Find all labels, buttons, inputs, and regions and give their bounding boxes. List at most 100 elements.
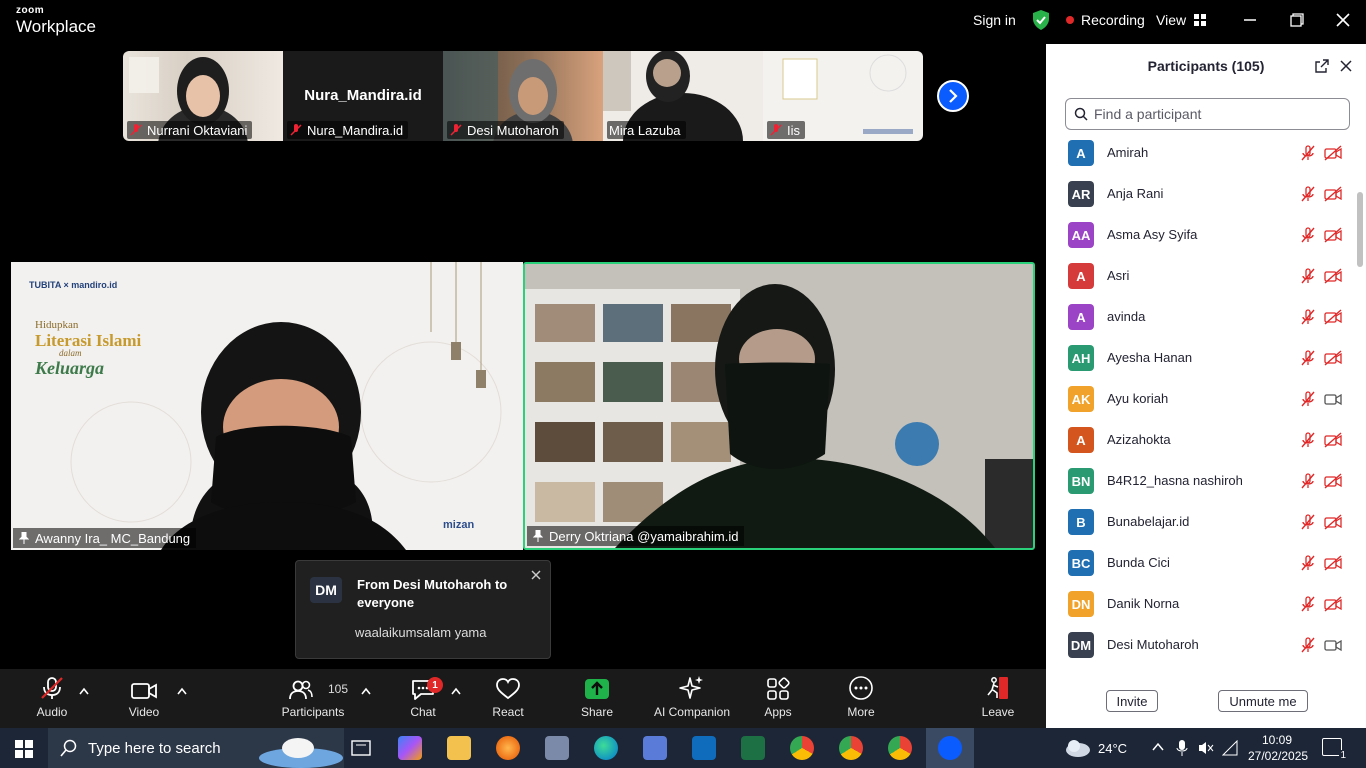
camera-off-icon[interactable] <box>1324 309 1342 325</box>
close-icon[interactable] <box>530 569 542 581</box>
excel-icon[interactable] <box>741 736 765 760</box>
participant-row[interactable]: BN B4R12_hasna nashiroh <box>1046 464 1352 505</box>
weather-icon[interactable] <box>1064 736 1092 760</box>
chrome-icon[interactable] <box>790 736 814 760</box>
outlook-icon[interactable] <box>692 736 716 760</box>
mic-off-icon[interactable] <box>1300 227 1316 243</box>
mic-off-icon[interactable] <box>1300 473 1316 489</box>
camera-off-icon[interactable] <box>1324 145 1342 161</box>
participant-row[interactable]: AK Ayu koriah <box>1046 382 1352 423</box>
close-icon[interactable] <box>1338 58 1354 74</box>
next-page-button[interactable] <box>937 80 969 112</box>
participant-row[interactable]: BC Bunda Cici <box>1046 546 1352 587</box>
audio-button[interactable]: Audio <box>32 669 72 728</box>
camera-off-icon[interactable] <box>1324 268 1342 284</box>
participant-row[interactable]: DN Danik Norna <box>1046 587 1352 628</box>
mic-off-icon[interactable] <box>1300 555 1316 571</box>
speaker-muted-icon[interactable] <box>1198 740 1214 756</box>
camera-off-icon[interactable] <box>1324 555 1342 571</box>
mic-off-icon[interactable] <box>1300 309 1316 325</box>
ai-companion-button[interactable]: AI Companion <box>652 669 732 728</box>
app-icon[interactable] <box>545 736 569 760</box>
camera-off-icon[interactable] <box>1324 227 1342 243</box>
participant-thumbnail[interactable]: Nura_Mandira.id Nura_Mandira.id <box>283 51 443 141</box>
participant-row[interactable]: B Bunabelajar.id <box>1046 505 1352 546</box>
camera-off-icon[interactable] <box>1324 514 1342 530</box>
mic-off-icon[interactable] <box>1300 514 1316 530</box>
participant-thumbnail[interactable]: Desi Mutoharoh <box>443 51 603 141</box>
taskbar-search-box[interactable]: Type here to search <box>48 728 344 768</box>
camera-off-icon[interactable] <box>1324 596 1342 612</box>
mic-off-icon[interactable] <box>1300 432 1316 448</box>
zoom-taskbar-button[interactable] <box>926 728 974 768</box>
camera-on-icon[interactable] <box>1324 391 1342 407</box>
security-shield-icon[interactable] <box>1031 0 1051 40</box>
chevron-up-icon[interactable] <box>361 687 371 695</box>
participant-row[interactable]: Aavinda <box>1046 300 1352 341</box>
store-icon[interactable] <box>643 736 667 760</box>
react-button[interactable]: React <box>488 669 528 728</box>
chevron-up-icon[interactable] <box>79 687 89 695</box>
mic-off-icon[interactable] <box>1300 391 1316 407</box>
participant-row[interactable]: AH Ayesha Hanan <box>1046 341 1352 382</box>
windows-start-icon[interactable] <box>15 740 33 758</box>
weather-temperature[interactable]: 24°C <box>1098 728 1127 768</box>
participant-thumbnail[interactable]: Nurrani Oktaviani <box>123 51 283 141</box>
share-button[interactable]: Share <box>577 669 617 728</box>
participant-search-input[interactable] <box>1094 106 1334 122</box>
mic-off-icon[interactable] <box>1300 268 1316 284</box>
chrome-profile-icon[interactable] <box>839 736 863 760</box>
camera-off-icon[interactable] <box>1324 350 1342 366</box>
mic-off-icon[interactable] <box>1300 350 1316 366</box>
firefox-icon[interactable] <box>496 736 520 760</box>
mic-off-icon[interactable] <box>1300 637 1316 653</box>
camera-off-icon[interactable] <box>1324 432 1342 448</box>
copilot-icon[interactable] <box>398 736 422 760</box>
apps-button[interactable]: Apps <box>758 669 798 728</box>
mic-off-icon[interactable] <box>1300 596 1316 612</box>
task-view-icon[interactable] <box>349 736 373 760</box>
participants-button[interactable]: Participants <box>278 669 348 728</box>
sign-in-link[interactable]: Sign in <box>973 0 1016 40</box>
network-icon[interactable] <box>1222 740 1238 756</box>
participant-row[interactable]: A Azizahokta <box>1046 423 1352 464</box>
chevron-up-icon[interactable] <box>1152 742 1164 752</box>
participant-row[interactable]: AA Asma Asy Syifa <box>1046 218 1352 259</box>
speaker-tile-right[interactable]: Derry Oktriana @yamaibrahim.id <box>523 262 1035 550</box>
more-button[interactable]: More <box>841 669 881 728</box>
recording-indicator[interactable]: Recording <box>1066 0 1145 40</box>
mic-off-icon[interactable] <box>1300 145 1316 161</box>
participant-row[interactable]: DM Desi Mutoharoh <box>1046 628 1352 669</box>
camera-off-icon[interactable] <box>1324 186 1342 202</box>
camera-off-icon[interactable] <box>1324 473 1342 489</box>
notification-icon[interactable]: 1 <box>1322 738 1347 761</box>
participant-row[interactable]: A Amirah <box>1046 136 1352 177</box>
minimize-button[interactable] <box>1238 8 1262 32</box>
chat-notification-popup[interactable]: DM From Desi Mutoharoh to everyone waala… <box>295 560 551 659</box>
close-window-button[interactable] <box>1331 8 1355 32</box>
unmute-me-button[interactable]: Unmute me <box>1218 690 1308 712</box>
file-explorer-icon[interactable] <box>447 736 471 760</box>
participant-thumbnail[interactable]: Iis <box>763 51 923 141</box>
microphone-icon[interactable] <box>1176 739 1188 757</box>
participant-search-box[interactable] <box>1065 98 1350 130</box>
taskbar-clock[interactable]: 10:09 27/02/2025 <box>1248 732 1308 764</box>
camera-on-icon[interactable] <box>1324 637 1342 653</box>
speaker-tile-left[interactable]: TUBITA × mandiro.id Hidupkan Literasi Is… <box>11 262 523 550</box>
invite-button[interactable]: Invite <box>1106 690 1158 712</box>
chrome-profile-icon[interactable] <box>888 736 912 760</box>
pop-out-icon[interactable] <box>1314 58 1330 74</box>
chevron-up-icon[interactable] <box>177 687 187 695</box>
scrollbar-thumb[interactable] <box>1357 192 1363 267</box>
mic-off-icon[interactable] <box>1300 186 1316 202</box>
maximize-button[interactable] <box>1285 8 1309 32</box>
view-menu-button[interactable]: View <box>1156 0 1207 40</box>
leave-button[interactable]: Leave <box>978 669 1018 728</box>
participant-row[interactable]: A Asri <box>1046 259 1352 300</box>
participant-thumbnail[interactable]: Mira Lazuba <box>603 51 763 141</box>
chevron-up-icon[interactable] <box>451 687 461 695</box>
video-button[interactable]: Video <box>124 669 164 728</box>
participant-row[interactable]: AR Anja Rani <box>1046 177 1352 218</box>
participant-avatar: AR <box>1068 181 1094 207</box>
edge-icon[interactable] <box>594 736 618 760</box>
